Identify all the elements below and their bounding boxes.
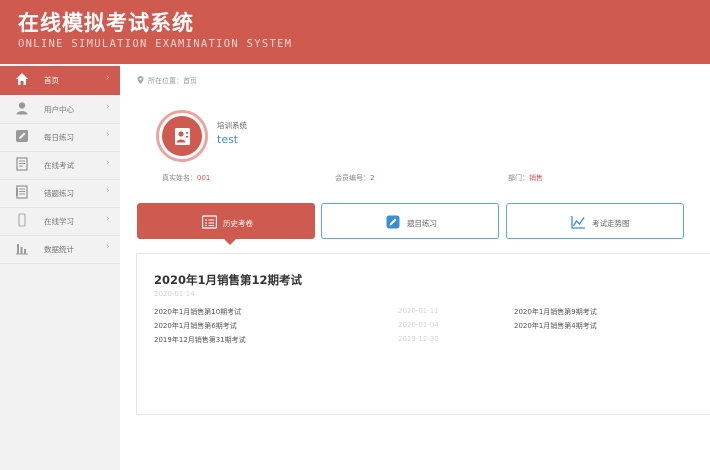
latest-exam-date: 2020-01-14	[154, 290, 195, 298]
chevron-right-icon: ›	[106, 73, 110, 83]
header-bar: 在线模拟考试系统 ONLINE SIMULATION EXAMINATION S…	[0, 0, 710, 64]
sidebar-item-label: 错题练习	[44, 189, 74, 198]
sidebar-item-label: 数据统计	[44, 245, 74, 254]
member-no-value: 2	[370, 174, 375, 182]
real-name-value: 001	[197, 174, 211, 182]
chevron-right-icon: ›	[106, 158, 110, 168]
department-value: 销售	[529, 174, 543, 182]
exam-icon	[16, 157, 28, 171]
home-icon	[16, 73, 28, 85]
exam-list-date: 2019-12-30	[398, 335, 439, 343]
real-name-label: 真实姓名：	[162, 174, 197, 182]
chevron-right-icon: ›	[106, 214, 110, 224]
sidebar-item-online-exam[interactable]: 在线考试 ›	[0, 151, 120, 180]
sidebar-item-user-center[interactable]: 用户中心 ›	[0, 95, 120, 124]
exam-list-date: 2020-01-04	[398, 321, 439, 329]
history-icon	[202, 215, 217, 229]
tab-exam-trend[interactable]: 考试走势图	[506, 203, 684, 239]
sidebar-item-statistics[interactable]: 数据统计 ›	[0, 235, 120, 264]
pencil-icon	[16, 130, 28, 142]
edit-icon	[386, 215, 400, 229]
bar-chart-icon	[16, 244, 28, 255]
exam-list-date: 2020-01-11	[398, 307, 439, 315]
real-name-info: 真实姓名：001	[162, 173, 210, 183]
sidebar-item-home[interactable]: 首页 ›	[0, 66, 120, 95]
latest-exam-title[interactable]: 2020年1月销售第12期考试	[154, 272, 302, 288]
sidebar-item-mistakes-practice[interactable]: 错题练习 ›	[0, 179, 120, 208]
exam-list-item[interactable]: 2019年12月销售第31期考试	[154, 335, 246, 345]
exam-list-item[interactable]: 2020年1月销售第4期考试	[514, 321, 597, 331]
sidebar: 首页 › 用户中心 › 每日练习 › 在线考试 › 错题练习 › 在线学习 › …	[0, 64, 120, 470]
chevron-right-icon: ›	[106, 186, 110, 196]
tab-label: 考试走势图	[592, 219, 630, 228]
chevron-right-icon: ›	[106, 102, 110, 112]
department-info: 部门：销售	[508, 173, 543, 183]
breadcrumb: 所在位置：首页	[137, 76, 197, 86]
sidebar-item-label: 用户中心	[44, 105, 74, 114]
trend-icon	[571, 216, 585, 229]
exam-list-item[interactable]: 2020年1月销售第9期考试	[514, 307, 597, 317]
tab-history-exams[interactable]: 历史考卷	[137, 203, 315, 239]
system-name: 培训系统	[217, 121, 247, 130]
avatar-image	[162, 116, 202, 156]
avatar	[156, 110, 208, 162]
sidebar-item-label: 每日练习	[44, 133, 74, 142]
sidebar-item-label: 首页	[44, 76, 59, 85]
tab-question-practice[interactable]: 题目练习	[321, 203, 499, 239]
app-title: 在线模拟考试系统	[18, 11, 194, 35]
user-icon	[16, 102, 28, 115]
phone-icon	[18, 213, 26, 227]
exam-list-item[interactable]: 2020年1月销售第6期考试	[154, 321, 237, 331]
location-pin-icon	[137, 76, 144, 84]
department-label: 部门：	[508, 174, 529, 182]
sidebar-item-label: 在线学习	[44, 217, 74, 226]
chevron-right-icon: ›	[106, 242, 110, 252]
contacts-icon	[175, 128, 190, 145]
breadcrumb-text: 所在位置：首页	[148, 77, 197, 85]
member-no-info: 会员编号：2	[335, 173, 374, 183]
tab-label: 题目练习	[407, 219, 437, 228]
sidebar-item-label: 在线考试	[44, 161, 74, 170]
member-no-label: 会员编号：	[335, 174, 370, 182]
app-subtitle: ONLINE SIMULATION EXAMINATION SYSTEM	[18, 38, 293, 50]
tab-label: 历史考卷	[223, 219, 253, 228]
sidebar-item-daily-practice[interactable]: 每日练习 ›	[0, 123, 120, 152]
username[interactable]: test	[217, 133, 238, 146]
exam-list-item[interactable]: 2020年1月销售第10期考试	[154, 307, 241, 317]
sidebar-item-online-learning[interactable]: 在线学习 ›	[0, 207, 120, 236]
chevron-right-icon: ›	[106, 130, 110, 140]
active-tab-caret	[224, 239, 236, 245]
mistakes-icon	[16, 185, 28, 199]
